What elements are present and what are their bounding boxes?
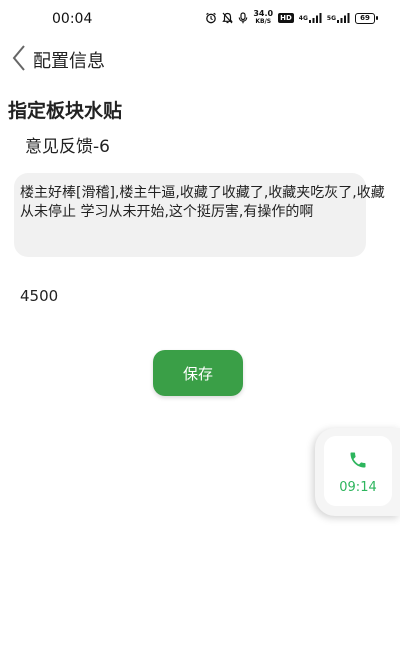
battery-icon: 69 — [355, 12, 378, 24]
status-icons: 34.0 KB/S HD 4G 5G 69 — [205, 10, 378, 26]
floating-call-card[interactable]: 09:14 — [324, 436, 392, 506]
status-time: 00:04 — [52, 11, 93, 27]
alarm-icon — [205, 12, 217, 24]
chevron-left-icon — [12, 45, 25, 71]
signal-icon-1: 4G — [299, 13, 322, 23]
back-button[interactable] — [8, 42, 32, 74]
call-duration: 09:14 — [339, 480, 377, 495]
value-field[interactable]: 4500 — [20, 287, 58, 305]
hd-badge: HD — [278, 13, 294, 23]
microphone-icon — [238, 12, 248, 24]
signal-icon-2: 5G — [327, 13, 350, 23]
content-text: 楼主好棒[滑稽],楼主牛逼,收藏了收藏了,收藏夹吃灰了,收藏从未停止 学习从未开… — [20, 185, 385, 220]
page-title: 配置信息 — [33, 51, 105, 72]
item-title: 意见反馈-6 — [25, 137, 110, 157]
content-textarea[interactable]: 楼主好棒[滑稽],楼主牛逼,收藏了收藏了,收藏夹吃灰了,收藏从未停止 学习从未开… — [14, 173, 385, 257]
signal-1-label: 4G — [298, 14, 308, 22]
battery-level: 69 — [355, 12, 375, 24]
section-title: 指定板块水贴 — [8, 100, 123, 122]
phone-icon — [348, 450, 368, 470]
network-speed: 34.0 KB/S — [253, 10, 273, 26]
mute-bell-icon — [222, 12, 234, 24]
nav-bar: 配置信息 — [0, 40, 400, 76]
signal-2-label: 5G — [326, 14, 336, 22]
floating-call-bubble[interactable]: 09:14 — [315, 428, 400, 516]
network-speed-unit: KB/S — [255, 18, 272, 25]
network-speed-value: 34.0 — [253, 9, 274, 18]
save-button[interactable]: 保存 — [153, 350, 243, 396]
status-bar: 00:04 34.0 KB/S HD 4G 5G 69 — [0, 0, 400, 38]
